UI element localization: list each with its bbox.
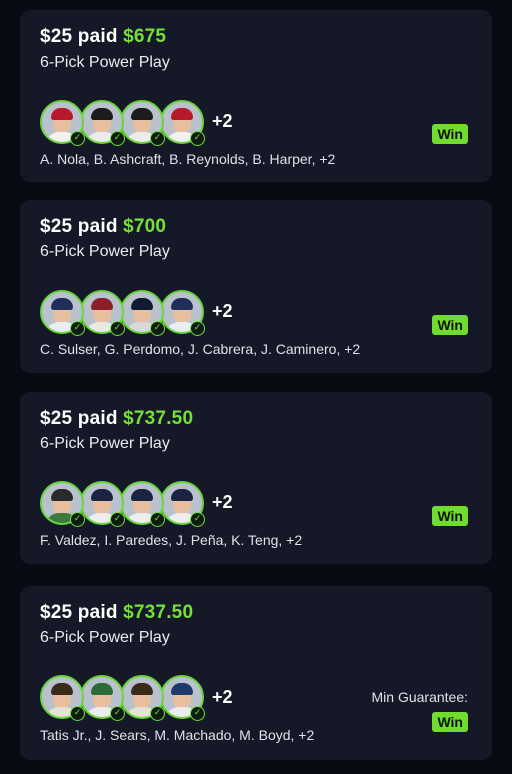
- cap-shape: [51, 298, 73, 310]
- check-icon: ✓: [150, 321, 165, 336]
- player-avatars: ✓ ✓ ✓ ✓: [40, 481, 280, 527]
- check-icon: ✓: [110, 321, 125, 336]
- entry-title: $25 paid $700: [40, 216, 166, 238]
- paid-amount: $25 paid: [40, 216, 118, 237]
- cap-shape: [131, 683, 153, 695]
- check-icon: ✓: [190, 706, 205, 721]
- win-badge: Win: [432, 315, 468, 335]
- check-icon: ✓: [110, 512, 125, 527]
- cap-shape: [171, 298, 193, 310]
- player-names: Tatis Jr., J. Sears, M. Machado, M. Boyd…: [40, 727, 315, 743]
- entry-type: 6-Pick Power Play: [40, 243, 170, 260]
- entry-type: 6-Pick Power Play: [40, 435, 170, 452]
- player-names: C. Sulser, G. Perdomo, J. Cabrera, J. Ca…: [40, 341, 361, 357]
- min-guarantee-label: Min Guarantee:: [371, 689, 469, 705]
- extra-picks-count: +2: [212, 492, 233, 512]
- player-avatars: ✓ ✓ ✓ ✓: [40, 290, 280, 336]
- entry-card[interactable]: $25 paid $737.50 6-Pick Power Play ✓ ✓ ✓ ✓ …: [20, 392, 492, 564]
- paid-amount: $25 paid: [40, 602, 118, 623]
- check-icon: ✓: [190, 321, 205, 336]
- cap-shape: [131, 298, 153, 310]
- cap-shape: [171, 683, 193, 695]
- check-icon: ✓: [190, 512, 205, 527]
- entry-card[interactable]: $25 paid $675 6-Pick Power Play ✓ ✓ ✓ ✓ +2 …: [20, 10, 492, 182]
- entry-title: $25 paid $737.50: [40, 408, 193, 430]
- win-badge: Win: [432, 506, 468, 526]
- entry-title: $25 paid $675: [40, 26, 166, 48]
- entry-card[interactable]: $25 paid $737.50 6-Pick Power Play ✓ ✓ ✓ ✓ …: [20, 586, 492, 760]
- cap-shape: [51, 489, 73, 501]
- cap-shape: [171, 489, 193, 501]
- extra-picks-count: +2: [212, 687, 233, 707]
- extra-picks-count: +2: [212, 301, 233, 321]
- check-icon: ✓: [110, 706, 125, 721]
- paid-amount: $25 paid: [40, 26, 118, 47]
- check-icon: ✓: [70, 706, 85, 721]
- payout-amount: $737.50: [123, 602, 194, 623]
- check-icon: ✓: [150, 512, 165, 527]
- payout-amount: $675: [123, 26, 167, 47]
- player-avatars: ✓ ✓ ✓ ✓: [40, 100, 280, 146]
- cap-shape: [51, 108, 73, 120]
- paid-amount: $25 paid: [40, 408, 118, 429]
- cap-shape: [131, 108, 153, 120]
- win-badge: Win: [432, 712, 468, 732]
- check-icon: ✓: [70, 512, 85, 527]
- check-icon: ✓: [150, 131, 165, 146]
- cap-shape: [91, 298, 113, 310]
- cap-shape: [91, 489, 113, 501]
- cap-shape: [171, 108, 193, 120]
- entry-card[interactable]: $25 paid $700 6-Pick Power Play ✓ ✓ ✓ ✓ +2 …: [20, 200, 492, 373]
- entry-title: $25 paid $737.50: [40, 602, 193, 624]
- player-avatars: ✓ ✓ ✓ ✓: [40, 675, 280, 721]
- check-icon: ✓: [110, 131, 125, 146]
- check-icon: ✓: [190, 131, 205, 146]
- extra-picks-count: +2: [212, 111, 233, 131]
- entry-type: 6-Pick Power Play: [40, 54, 170, 71]
- player-names: A. Nola, B. Ashcraft, B. Reynolds, B. Ha…: [40, 151, 336, 167]
- payout-amount: $737.50: [123, 408, 194, 429]
- check-icon: ✓: [150, 706, 165, 721]
- cap-shape: [91, 108, 113, 120]
- win-badge: Win: [432, 124, 468, 144]
- cap-shape: [131, 489, 153, 501]
- check-icon: ✓: [70, 131, 85, 146]
- check-icon: ✓: [70, 321, 85, 336]
- cap-shape: [91, 683, 113, 695]
- player-names: F. Valdez, I. Paredes, J. Peña, K. Teng,…: [40, 532, 303, 548]
- cap-shape: [51, 683, 73, 695]
- entry-type: 6-Pick Power Play: [40, 629, 170, 646]
- payout-amount: $700: [123, 216, 167, 237]
